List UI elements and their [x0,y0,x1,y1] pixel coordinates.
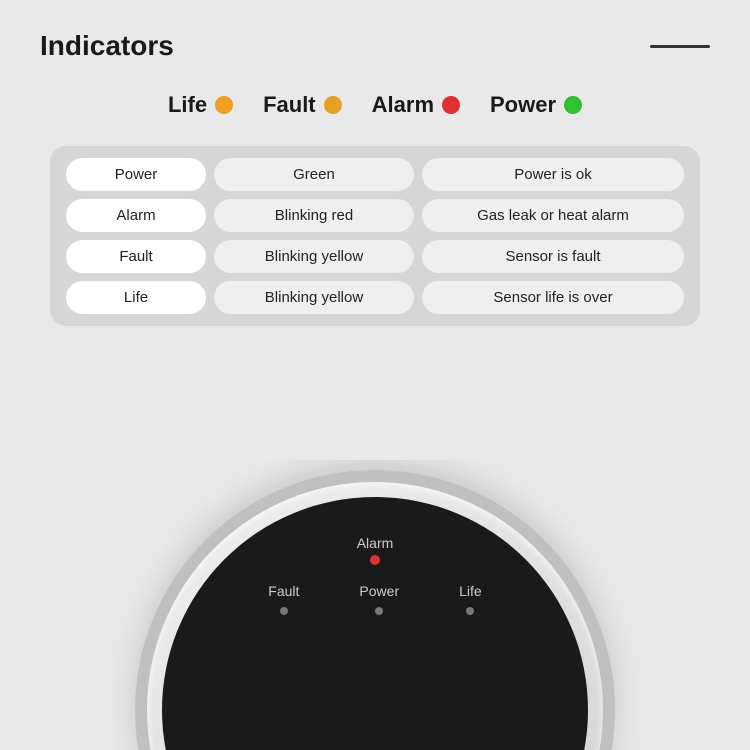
device-section: Alarm Fault Power Life [0,460,750,750]
row-indicator-alarm: Blinking red [214,199,414,232]
page-container: Indicators Life Fault Alarm Power [0,0,750,750]
row-label-alarm: Alarm [66,199,206,232]
row-indicator-power: Green [214,158,414,191]
legend-fault-label: Fault [263,92,316,118]
legend-life: Life [168,92,233,118]
table-row: Fault Blinking yellow Sensor is fault [66,240,684,273]
device-power-dot [375,607,383,615]
legend-life-dot [215,96,233,114]
legend-alarm-label: Alarm [372,92,434,118]
device-power-label: Power [359,583,399,599]
row-label-life: Life [66,281,206,314]
device-alarm-dot [370,555,380,565]
row-desc-power: Power is ok [422,158,684,191]
device-alarm-label: Alarm [357,535,394,551]
row-desc-alarm: Gas leak or heat alarm [422,199,684,232]
header-row: Indicators [40,30,710,62]
table-row: Life Blinking yellow Sensor life is over [66,281,684,314]
device-power-indicator: Power [359,583,399,615]
device-fault-dot [280,607,288,615]
row-indicator-life: Blinking yellow [214,281,414,314]
legend-power-dot [564,96,582,114]
device-inner: Alarm Fault Power Life [162,497,588,750]
legend-alarm: Alarm [372,92,460,118]
row-desc-life: Sensor life is over [422,281,684,314]
row-desc-fault: Sensor is fault [422,240,684,273]
legend-power: Power [490,92,582,118]
device-life-dot [466,607,474,615]
legend-row: Life Fault Alarm Power [40,92,710,118]
device-fault-label: Fault [268,583,299,599]
table-row: Alarm Blinking red Gas leak or heat alar… [66,199,684,232]
row-label-power: Power [66,158,206,191]
device-bottom-row: Fault Power Life [268,583,481,615]
page-title: Indicators [40,30,174,62]
row-indicator-fault: Blinking yellow [214,240,414,273]
legend-life-label: Life [168,92,207,118]
legend-alarm-dot [442,96,460,114]
header-line [650,45,710,48]
device-circle: Alarm Fault Power Life [135,470,615,750]
legend-fault-dot [324,96,342,114]
device-alarm-section: Alarm [357,535,394,565]
row-label-fault: Fault [66,240,206,273]
device-life-label: Life [459,583,482,599]
legend-fault: Fault [263,92,342,118]
indicator-table: Power Green Power is ok Alarm Blinking r… [50,146,700,326]
top-section: Indicators Life Fault Alarm Power [0,0,750,346]
table-row: Power Green Power is ok [66,158,684,191]
legend-power-label: Power [490,92,556,118]
device-life-indicator: Life [459,583,482,615]
device-fault-indicator: Fault [268,583,299,615]
